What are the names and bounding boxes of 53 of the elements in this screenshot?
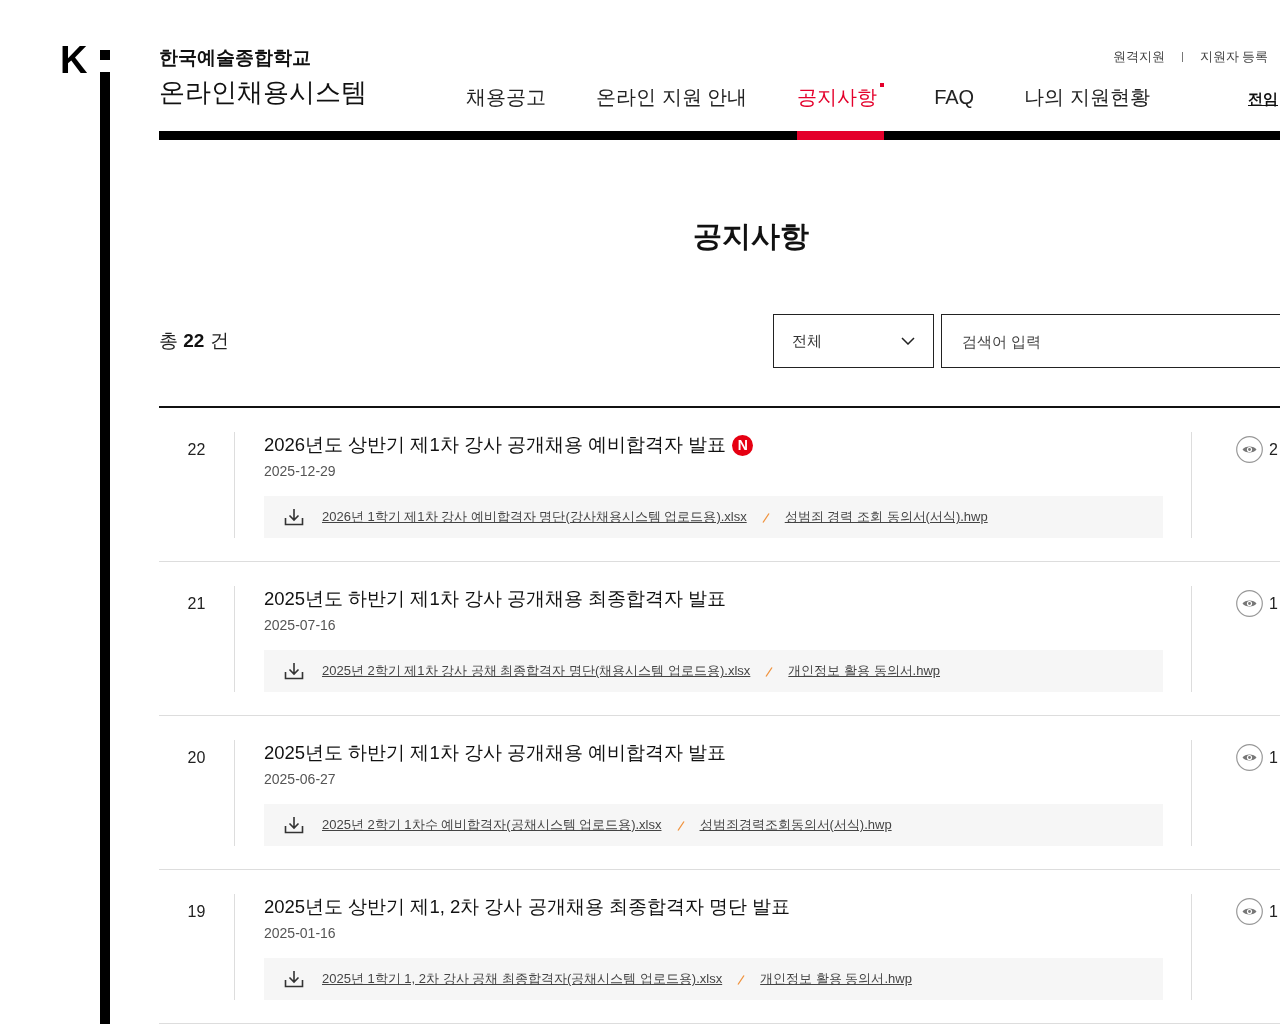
- nav-tab[interactable]: 나의 지원현황: [1024, 82, 1150, 140]
- download-icon: [284, 508, 304, 526]
- slash-icon: [737, 975, 746, 985]
- chevron-down-icon: [901, 337, 915, 345]
- download-icon: [284, 662, 304, 680]
- post-number: 20: [187, 748, 206, 768]
- post-number: 19: [187, 902, 206, 922]
- download-icon: [284, 816, 304, 834]
- post-title[interactable]: 2025년도 상반기 제1, 2차 강사 공개채용 최종합격자 명단 발표: [264, 894, 790, 920]
- attachment-link[interactable]: 2025년 1학기 1, 2차 강사 공채 최종합격자(공채시스템 업로드용).xlsx: [322, 969, 723, 989]
- search-field[interactable]: 검색어 입력: [941, 314, 1280, 368]
- post-date: 2025-06-27: [264, 770, 336, 789]
- slash-icon: [761, 513, 770, 523]
- eye-icon: [1236, 590, 1263, 617]
- logo-letter: K: [60, 44, 89, 76]
- attachment-link[interactable]: 성범죄경력조회동의서(서식).hwp: [699, 815, 892, 835]
- post-date: 2025-12-29: [264, 462, 336, 481]
- system-name[interactable]: 온라인채용시스템: [159, 75, 367, 109]
- download-icon: [284, 970, 304, 988]
- total-count: 총 22 건: [159, 330, 229, 351]
- view-count: 1: [1269, 593, 1278, 614]
- eye-icon: [1236, 436, 1263, 463]
- attachment-link[interactable]: 2025년 2학기 제1차 강사 공채 최종합격자 명단(채용시스템 업로드용).xlsx: [322, 661, 751, 681]
- view-count: 2: [1269, 439, 1278, 460]
- post-date: 2025-01-16: [264, 924, 336, 943]
- nav-link[interactable]: 전임: [1248, 89, 1280, 109]
- eye-icon: [1236, 744, 1263, 771]
- utility-link[interactable]: 지원자 등록: [1199, 48, 1268, 66]
- category-dropdown[interactable]: 전체: [773, 314, 934, 368]
- view-count: 1: [1269, 747, 1278, 768]
- post-number: 21: [187, 594, 206, 614]
- attachment-link[interactable]: 개인정보 활용 동의서.hwp: [788, 661, 940, 681]
- slash-icon: [676, 821, 685, 831]
- page-title: 공지사항: [692, 219, 809, 254]
- attachment-link[interactable]: 성범죄 경력 조회 동의서(서식).hwp: [784, 507, 988, 527]
- post-number: 22: [187, 440, 206, 460]
- nav-tab[interactable]: 공지사항: [797, 82, 885, 140]
- post-date: 2025-07-16: [264, 616, 336, 635]
- nav-tab[interactable]: 채용공고: [466, 82, 546, 140]
- post-title[interactable]: 2026년도 상반기 제1차 강사 공개채용 예비합격자 발표: [264, 432, 727, 458]
- utility-link[interactable]: 원격지원: [1112, 48, 1165, 66]
- eye-icon: [1236, 898, 1263, 925]
- view-count: 1: [1269, 901, 1278, 922]
- new-badge: N: [732, 434, 754, 456]
- slash-icon: [765, 667, 774, 677]
- school-name: 한국예술종합학교: [159, 46, 311, 70]
- post-title[interactable]: 2025년도 하반기 제1차 강사 공개채용 예비합격자 발표: [264, 740, 727, 766]
- attachment-link[interactable]: 2025년 2학기 1차수 예비합격자(공채시스템 업로드용).xlsx: [322, 815, 662, 835]
- attachment-link[interactable]: 개인정보 활용 동의서.hwp: [760, 969, 912, 989]
- nav-tab[interactable]: 온라인 지원 안내: [596, 82, 748, 140]
- nav-tab[interactable]: FAQ: [934, 82, 975, 140]
- post-title[interactable]: 2025년도 하반기 제1차 강사 공개채용 최종합격자 발표: [264, 586, 727, 612]
- attachment-link[interactable]: 2026년 1학기 제1차 강사 예비합격자 명단(강사채용시스템 업로드용).xlsx: [322, 507, 747, 527]
